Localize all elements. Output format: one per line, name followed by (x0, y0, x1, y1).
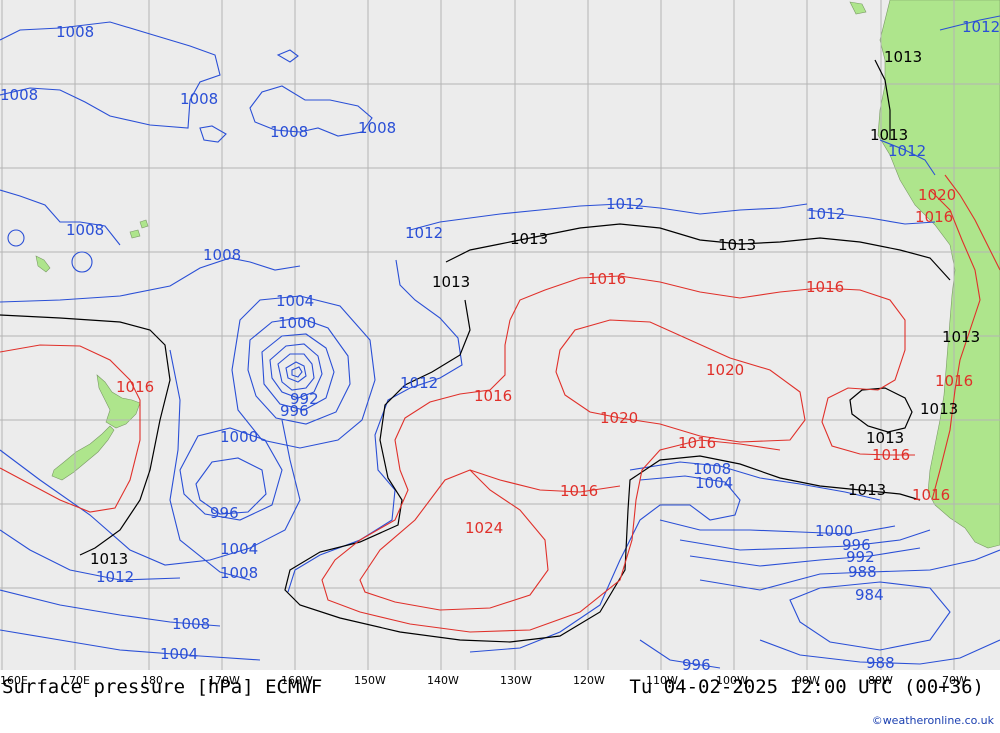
isobar-label: 1000 (278, 314, 316, 332)
isobar-label: 1008 (172, 615, 210, 633)
isobar-label: 1016 (912, 486, 950, 504)
isobar-label: 1012 (888, 142, 926, 160)
isobar-label: 1008 (66, 221, 104, 239)
isobar-label: 1013 (942, 328, 980, 346)
isobar-label: 1012 (405, 224, 443, 242)
isobar-label: 1008 (358, 119, 396, 137)
isobar-label: 996 (682, 656, 711, 674)
isobar-label: 1012 (962, 18, 1000, 36)
isobar-label: 984 (855, 586, 884, 604)
isobar-label: 1016 (116, 378, 154, 396)
lon-tick: 130W (500, 674, 532, 687)
isobar-label: 1020 (600, 409, 638, 427)
isobar-label: 1016 (935, 372, 973, 390)
lon-tick: 140W (427, 674, 459, 687)
isobar-label: 1008 (0, 86, 38, 104)
isobar-label: 1008 (56, 23, 94, 41)
isobar-label: 1020 (918, 186, 956, 204)
isobar-label: 1000 (220, 428, 258, 446)
isobar-label: 1024 (465, 519, 503, 537)
isobar-label: 1008 (180, 90, 218, 108)
isobar-label: 1004 (160, 645, 198, 663)
isobar-label: 988 (848, 563, 877, 581)
isobar-label: 988 (866, 654, 895, 672)
isobar-label: 1016 (915, 208, 953, 226)
isobar-label: 1008 (270, 123, 308, 141)
isobar-label: 1012 (96, 568, 134, 586)
isobar-label: 1013 (90, 550, 128, 568)
isobar-label: 996 (210, 504, 239, 522)
isobar-label: 1004 (220, 540, 258, 558)
isobar-label: 1020 (706, 361, 744, 379)
isobar-label: 1008 (220, 564, 258, 582)
isobar-label: 1008 (203, 246, 241, 264)
isobar-label: 1013 (920, 400, 958, 418)
isobar-label: 1004 (695, 474, 733, 492)
source-credit[interactable]: ©weatheronline.co.uk (872, 714, 994, 727)
isobar-label: 1013 (870, 126, 908, 144)
lon-tick: 150W (354, 674, 386, 687)
map-valid-time: Tu 04-02-2025 12:00 UTC (00+36) (629, 676, 984, 698)
weather-map-screen: 1008 1008 1008 1008 1008 1008 1008 1008 … (0, 0, 1000, 733)
isobar-label: 1013 (718, 236, 756, 254)
isobar-label: 1012 (400, 374, 438, 392)
isobar-label: 1012 (606, 195, 644, 213)
isobar-label: 992 (290, 390, 319, 408)
surface-pressure-map: 1008 1008 1008 1008 1008 1008 1008 1008 … (0, 0, 1000, 687)
isobar-label: 1016 (588, 270, 626, 288)
isobar-label: 1012 (807, 205, 845, 223)
isobar-label: 1013 (432, 273, 470, 291)
isobar-label: 1013 (510, 230, 548, 248)
isobar-label: 1016 (474, 387, 512, 405)
isobar-label: 1013 (884, 48, 922, 66)
isobar-label: 1016 (872, 446, 910, 464)
isobar-label: 1013 (848, 481, 886, 499)
lon-tick: 120W (573, 674, 605, 687)
isobar-label: 1016 (678, 434, 716, 452)
isobar-label: 1016 (806, 278, 844, 296)
isobar-label: 1004 (276, 292, 314, 310)
isobar-label: 1013 (866, 429, 904, 447)
isobar-label: 1016 (560, 482, 598, 500)
map-title: Surface pressure [hPa] ECMWF (2, 676, 323, 698)
